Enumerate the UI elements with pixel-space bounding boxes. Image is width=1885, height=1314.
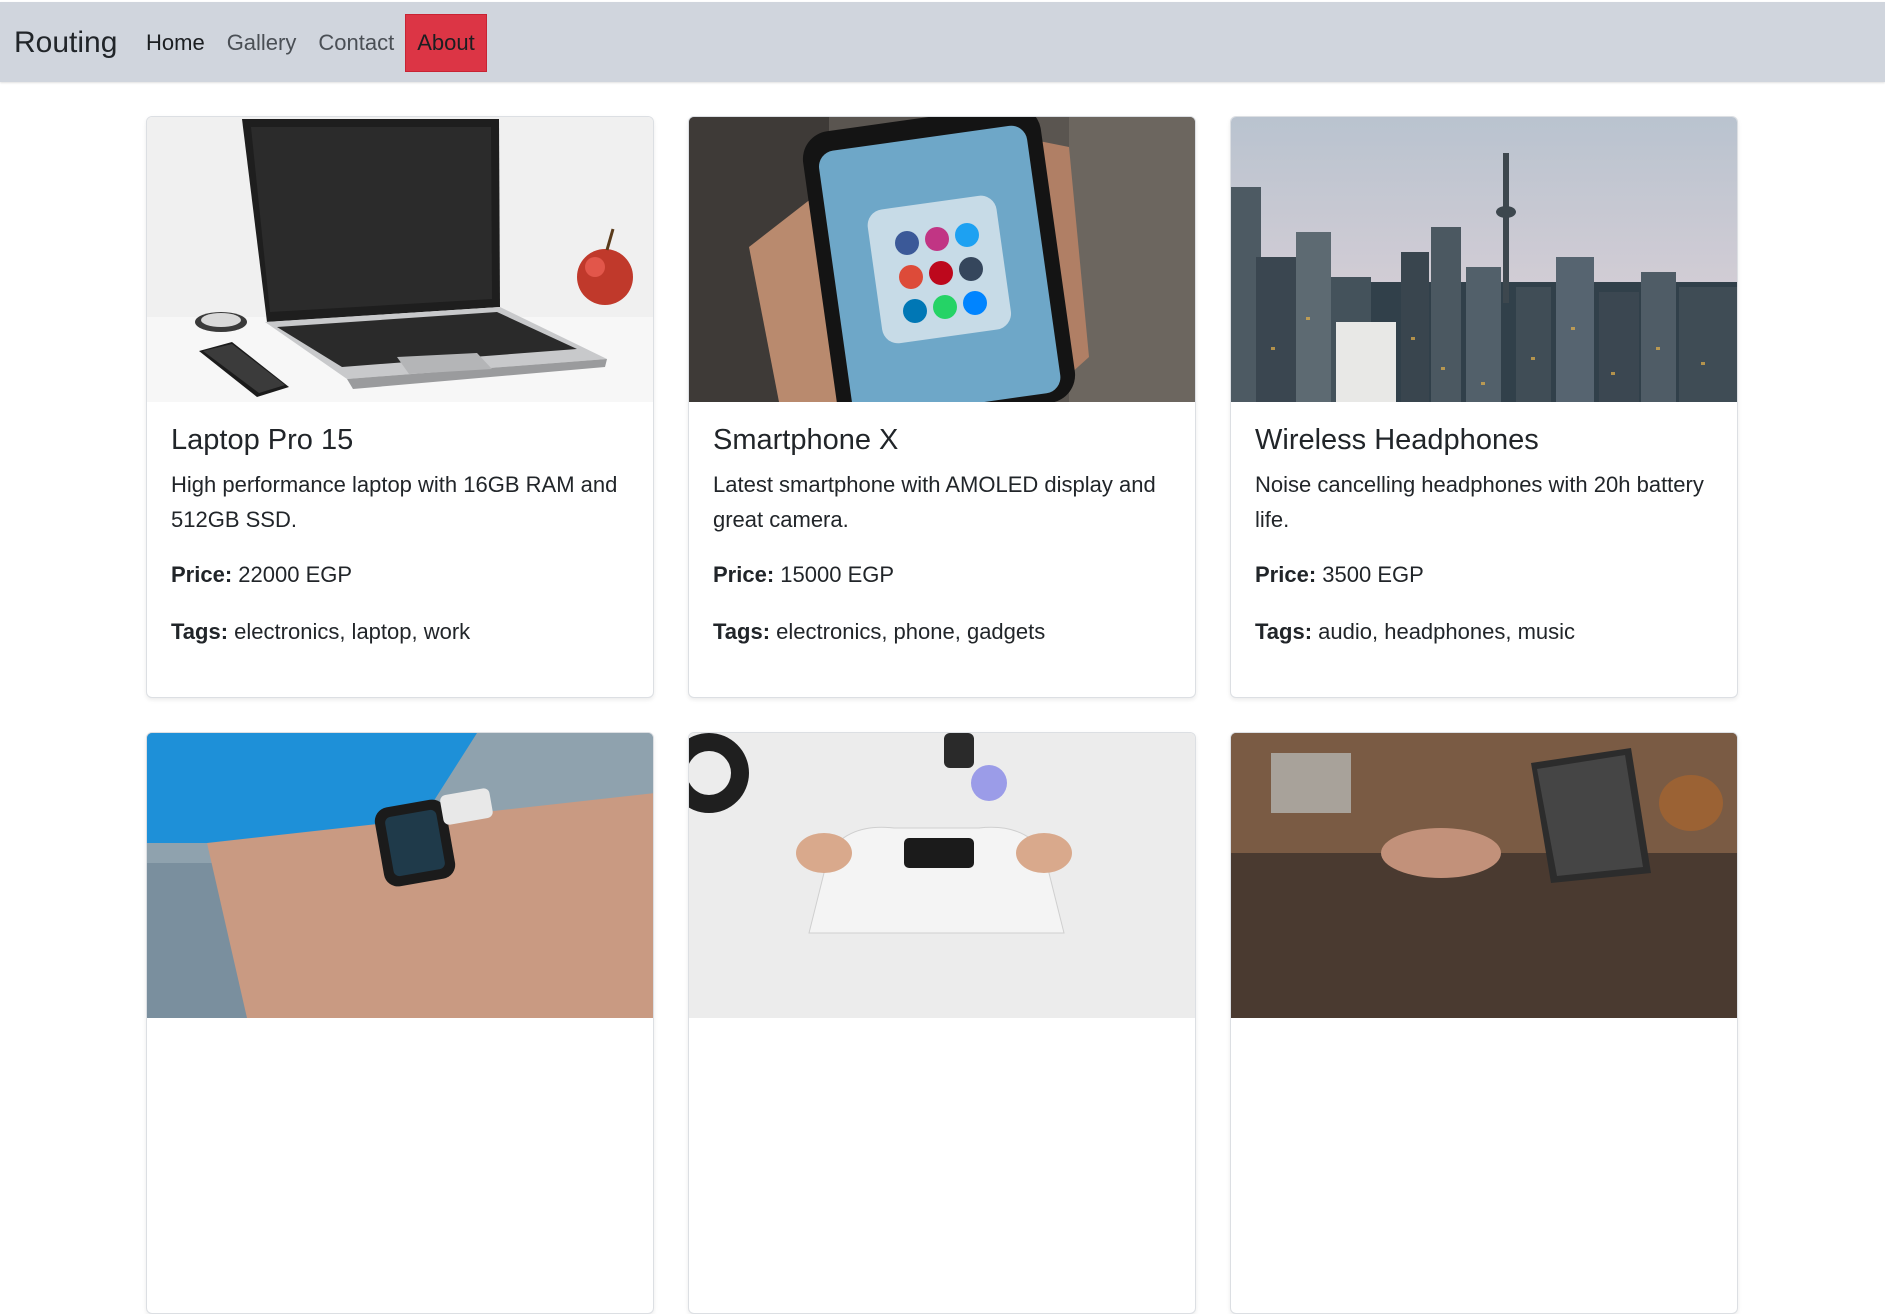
nav-links: Home Gallery Contact About <box>135 14 487 72</box>
product-tags: Tags: electronics, phone, gadgets <box>713 614 1171 649</box>
product-tags: Tags: audio, headphones, music <box>1255 614 1713 649</box>
product-title: Laptop Pro 15 <box>171 424 354 456</box>
tags-label: Tags: <box>1255 619 1313 644</box>
price-value: 15000 EGP <box>780 562 895 587</box>
tags-value: electronics, phone, gadgets <box>776 619 1046 644</box>
product-card <box>146 732 654 1314</box>
nav-link-gallery[interactable]: Gallery <box>216 14 308 72</box>
product-price: Price: 22000 EGP <box>171 557 629 592</box>
product-description: High performance laptop with 16GB RAM an… <box>171 472 618 532</box>
price-value: 3500 EGP <box>1322 562 1424 587</box>
laptop-cafe-photo <box>1231 733 1737 1018</box>
price-label: Price: <box>1255 562 1317 587</box>
nav-link-contact[interactable]: Contact <box>307 14 405 72</box>
tags-label: Tags: <box>171 619 229 644</box>
game-controller-photo <box>689 733 1195 1018</box>
nav-link-home[interactable]: Home <box>135 14 216 72</box>
tags-value: electronics, laptop, work <box>234 619 471 644</box>
city-skyline-photo <box>1231 117 1737 402</box>
price-label: Price: <box>713 562 775 587</box>
product-description: Latest smartphone with AMOLED display an… <box>713 472 1156 532</box>
product-card: Smartphone X Latest smartphone with AMOL… <box>688 116 1196 698</box>
brand-link[interactable]: Routing <box>14 26 117 60</box>
product-card: Wireless Headphones Noise cancelling hea… <box>1230 116 1738 698</box>
product-card <box>1230 732 1738 1314</box>
product-price: Price: 3500 EGP <box>1255 557 1713 592</box>
product-price: Price: 15000 EGP <box>713 557 1171 592</box>
product-title: Wireless Headphones <box>1255 424 1539 456</box>
price-label: Price: <box>171 562 233 587</box>
product-card <box>688 732 1196 1314</box>
tags-value: audio, headphones, music <box>1318 619 1576 644</box>
nav-link-about[interactable]: About <box>405 14 487 72</box>
product-grid: Laptop Pro 15 High performance laptop wi… <box>146 116 1738 1314</box>
price-value: 22000 EGP <box>238 562 353 587</box>
product-description: Noise cancelling headphones with 20h bat… <box>1255 472 1704 532</box>
product-card: Laptop Pro 15 High performance laptop wi… <box>146 116 654 698</box>
smartphone-in-hand-photo <box>689 117 1195 402</box>
navbar: Routing Home Gallery Contact About <box>0 2 1885 82</box>
smartwatch-on-wrist-photo <box>147 733 653 1018</box>
laptop-on-desk-photo <box>147 117 653 402</box>
product-tags: Tags: electronics, laptop, work <box>171 614 629 649</box>
tags-label: Tags: <box>713 619 771 644</box>
product-title: Smartphone X <box>713 424 899 456</box>
